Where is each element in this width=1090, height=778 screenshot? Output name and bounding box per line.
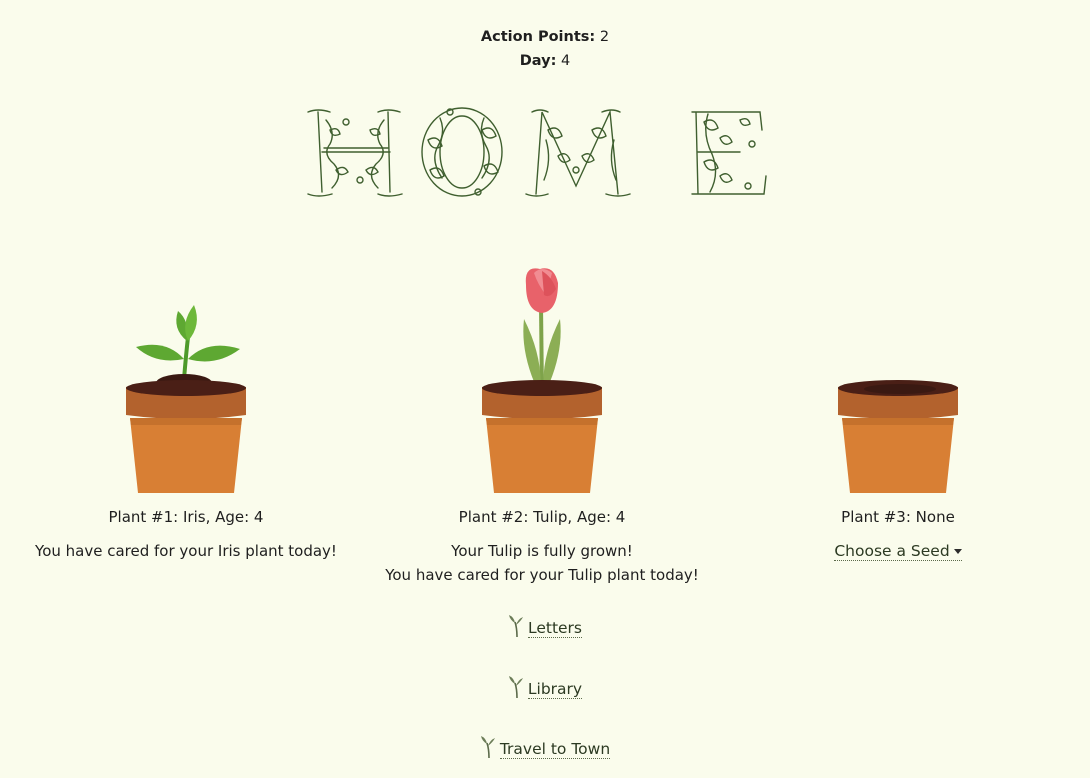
nav-library: Library	[0, 675, 1090, 703]
plant-2-label: Plant #2: Tulip, Age: 4	[458, 508, 626, 526]
nav-letters: Letters	[0, 614, 1090, 642]
iris-sprout-pot-image	[126, 305, 246, 493]
day-value: 4	[561, 53, 571, 69]
day-row: Day: 4	[0, 49, 1090, 73]
letters-link[interactable]: Letters	[508, 614, 583, 638]
action-points-row: Action Points: 2	[0, 25, 1090, 49]
action-points-label: Action Points:	[480, 29, 596, 45]
plant-1-label: Plant #1: Iris, Age: 4	[108, 508, 264, 526]
home-title-graphic	[307, 107, 767, 197]
library-link[interactable]: Library	[508, 675, 583, 699]
plant-3-label: Plant #3: None	[841, 508, 955, 526]
status-bar: Action Points: 2 Day: 4	[0, 25, 1090, 73]
sprout-icon	[508, 615, 523, 638]
tulip-pot-image	[482, 268, 602, 493]
action-points-value: 2	[599, 29, 610, 45]
plant-1-message: You have cared for your Iris plant today…	[35, 542, 337, 560]
plant-plot-1: Plant #1: Iris, Age: 4 You have cared fo…	[6, 255, 366, 563]
plant-2-messages: Your Tulip is fully grown! You have care…	[362, 539, 722, 587]
sprout-icon	[508, 676, 523, 699]
day-label: Day:	[519, 53, 557, 69]
travel-to-town-link-text: Travel to Town	[499, 740, 611, 759]
library-link-text: Library	[527, 680, 583, 699]
plant-2-message-cared: You have cared for your Tulip plant toda…	[385, 566, 699, 584]
choose-seed-dropdown[interactable]: Choose a Seed	[834, 542, 962, 561]
plant-plot-2: Plant #2: Tulip, Age: 4 Your Tulip is fu…	[362, 255, 722, 587]
sprout-icon	[480, 736, 495, 759]
empty-pot-image	[838, 380, 958, 493]
plant-plot-3: Plant #3: None Choose a Seed	[718, 255, 1078, 561]
travel-to-town-link[interactable]: Travel to Town	[480, 735, 611, 759]
nav-travel: Travel to Town	[0, 735, 1090, 763]
choose-seed-label: Choose a Seed	[834, 542, 950, 560]
plant-2-message-grown: Your Tulip is fully grown!	[451, 542, 633, 560]
caret-down-icon	[953, 549, 962, 554]
letters-link-text: Letters	[527, 619, 583, 638]
page-title	[300, 100, 790, 210]
